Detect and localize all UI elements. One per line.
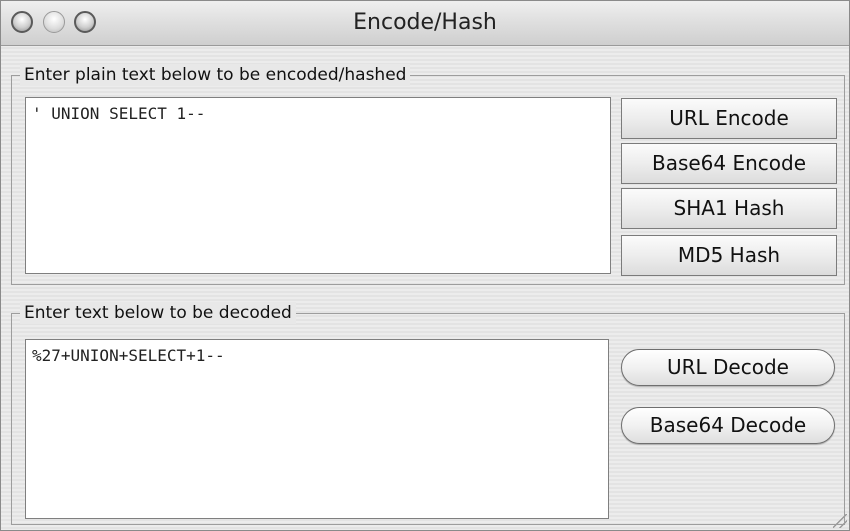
window-title: Encode/Hash: [353, 10, 497, 35]
title-bar[interactable]: Encode/Hash: [1, 1, 849, 46]
url-encode-button[interactable]: URL Encode: [621, 98, 837, 139]
base64-encode-button[interactable]: Base64 Encode: [621, 143, 837, 184]
sha1-hash-button[interactable]: SHA1 Hash: [621, 188, 837, 229]
decode-group-label: Enter text below to be decoded: [20, 302, 296, 324]
encoded-text-input[interactable]: %27+UNION+SELECT+1--: [25, 339, 609, 519]
encode-group-label: Enter plain text below to be encoded/has…: [20, 64, 411, 86]
base64-decode-button[interactable]: Base64 Decode: [621, 407, 835, 444]
url-decode-button[interactable]: URL Decode: [621, 349, 835, 386]
plain-text-input[interactable]: ' UNION SELECT 1--: [25, 97, 611, 274]
md5-hash-button[interactable]: MD5 Hash: [621, 235, 837, 276]
resize-grip-icon[interactable]: [833, 514, 847, 528]
encode-hash-window: Encode/Hash Enter plain text below to be…: [0, 0, 850, 531]
